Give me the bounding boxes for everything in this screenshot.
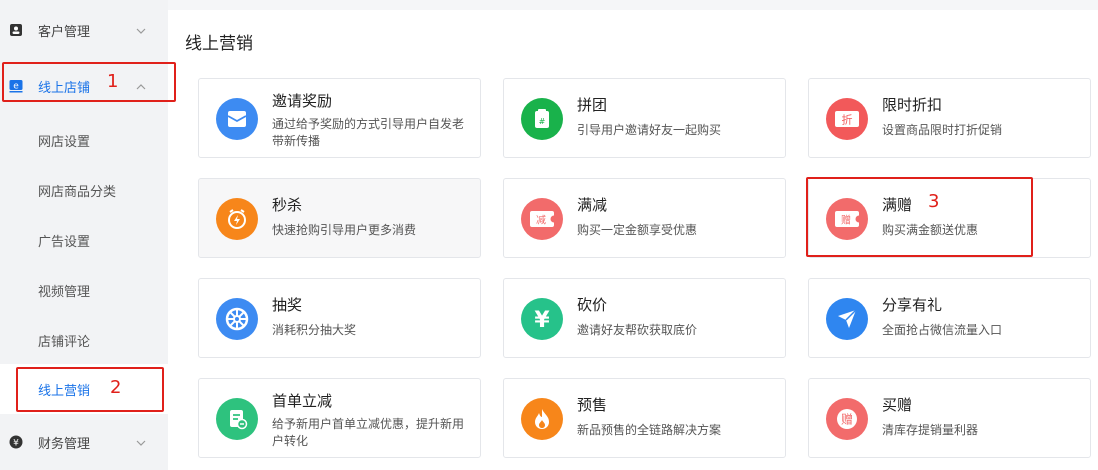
sidebar-item-label: 客户管理 [38,24,91,40]
first-order-icon [216,398,258,440]
svg-text:赠: 赠 [841,413,853,427]
card-title: 预售 [577,396,608,414]
sidebar-item-label: 财务管理 [38,436,91,452]
card-title: 邀请奖励 [272,92,333,110]
sidebar-item-finance[interactable]: ¥ 财务管理 [0,422,168,462]
group-buy-icon: # [521,98,563,140]
card-description: 购买一定金额享受优惠 [577,223,698,237]
card-first-order[interactable]: 首单立减 给予新用户首单立减优惠，提升新用户转化 [198,378,481,458]
svg-text:#: # [539,117,546,126]
card-title: 拼团 [577,96,608,114]
card-title: 首单立减 [272,392,333,410]
sidebar-subitem-label: 店铺评论 [38,334,91,350]
card-lottery[interactable]: 抽奖 消耗积分抽大奖 [198,278,481,358]
card-title: 满减 [577,196,608,214]
annotation-number-2: 2 [110,377,122,398]
card-title: 秒杀 [272,196,303,214]
card-buy-gift[interactable]: 赠 买赠 清库存提销量利器 [808,378,1091,458]
sidebar-subitem-label: 广告设置 [38,234,91,250]
fire-icon [521,398,563,440]
annotation-box-3 [806,177,1033,257]
card-description: 引导用户邀请好友一起购买 [577,123,722,137]
discount-ticket-icon: 折 [826,98,868,140]
page-title: 线上营销 [185,34,253,54]
card-description: 给予新用户首单立减优惠，提升新用户转化 [272,417,465,448]
chevron-down-icon [136,437,146,447]
card-description: 消耗积分抽大奖 [272,323,357,337]
buy-gift-icon: 赠 [826,398,868,440]
sidebar-subitem-reviews[interactable]: 店铺评论 [0,320,168,360]
card-flash-sale[interactable]: 秒杀 快速抢购引导用户更多消费 [198,178,481,258]
yuan-icon: ¥ [521,298,563,340]
reduce-ticket-icon: 减 [521,198,563,240]
sidebar-subitem-video[interactable]: 视频管理 [0,270,168,310]
top-bar [168,0,1098,10]
app-root: 客户管理 e 线上店铺 网店设置 网店商品分类 广告设置 视频管理 店铺评论 线… [0,0,1098,470]
chevron-down-icon [136,25,146,35]
card-full-reduction[interactable]: 减 满减 购买一定金额享受优惠 [503,178,786,258]
annotation-number-3: 3 [928,191,940,212]
card-title: 买赠 [882,396,913,414]
card-bargain[interactable]: ¥ 砍价 邀请好友帮砍获取底价 [503,278,786,358]
yuan-circle-icon: ¥ [9,435,23,449]
svg-text:¥: ¥ [534,308,550,331]
annotation-box-2 [16,367,164,412]
card-description: 新品预售的全链路解决方案 [577,423,722,437]
annotation-box-1 [2,62,176,102]
card-description: 全面抢占微信流量入口 [882,323,1003,337]
share-plane-icon [826,298,868,340]
card-description: 清库存提销量利器 [882,423,979,437]
card-description: 通过给予奖励的方式引导用户自发老带新传播 [272,117,465,148]
annotation-number-1: 1 [107,71,119,92]
card-description: 邀请好友帮砍获取底价 [577,323,698,337]
card-title: 限时折扣 [882,96,943,114]
card-group-buy[interactable]: # 拼团 引导用户邀请好友一起购买 [503,78,786,158]
flash-sale-icon [216,198,258,240]
card-description: 设置商品限时打折促销 [882,123,1003,137]
card-title: 抽奖 [272,296,303,314]
svg-text:¥: ¥ [13,439,19,449]
card-limited-discount[interactable]: 折 限时折扣 设置商品限时打折促销 [808,78,1091,158]
card-title: 砍价 [577,296,608,314]
sidebar-subitem-label: 网店商品分类 [38,184,117,200]
svg-text:减: 减 [536,215,546,227]
person-card-icon [9,23,23,37]
card-share-gift[interactable]: 分享有礼 全面抢占微信流量入口 [808,278,1091,358]
sidebar-item-customer[interactable]: 客户管理 [0,10,168,50]
card-description: 快速抢购引导用户更多消费 [272,223,417,237]
sidebar-subitem-store-settings[interactable]: 网店设置 [0,120,168,160]
sidebar-subitem-ad-settings[interactable]: 广告设置 [0,220,168,260]
sidebar-subitem-label: 视频管理 [38,284,91,300]
sidebar-subitem-product-category[interactable]: 网店商品分类 [0,170,168,210]
svg-text:折: 折 [842,113,853,127]
card-presale[interactable]: 预售 新品预售的全链路解决方案 [503,378,786,458]
card-title: 分享有礼 [882,296,943,314]
envelope-icon [216,98,258,140]
lottery-wheel-icon [216,298,258,340]
card-invite-reward[interactable]: 邀请奖励 通过给予奖励的方式引导用户自发老带新传播 [198,78,481,158]
sidebar-subitem-label: 网店设置 [38,134,91,150]
